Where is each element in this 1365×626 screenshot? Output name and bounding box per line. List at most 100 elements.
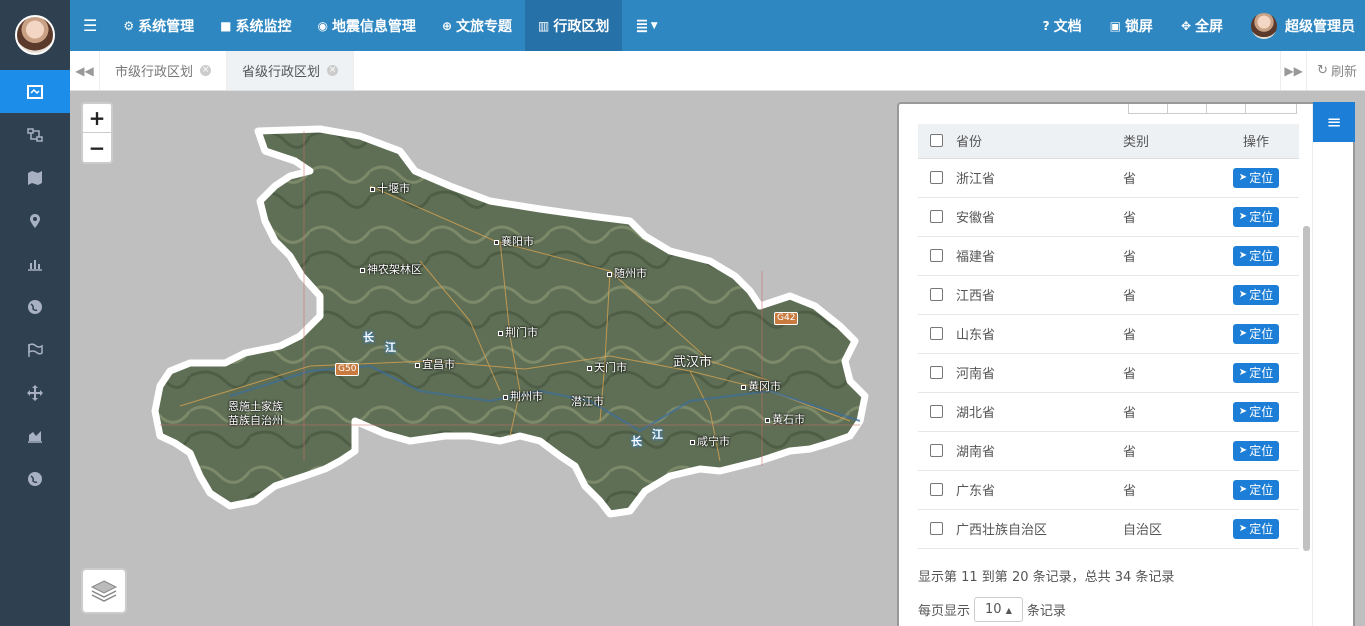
avatar[interactable] — [15, 15, 55, 55]
nav-label: 系统监控 — [235, 16, 291, 36]
sidebar-item-location[interactable] — [0, 199, 70, 242]
table-row[interactable]: 广西壮族自治区自治区➤定位 — [918, 509, 1299, 548]
sidebar-item-flag[interactable] — [0, 328, 70, 371]
action-cell: ➤定位 — [1213, 275, 1299, 314]
table-row[interactable]: 河南省省➤定位 — [918, 353, 1299, 392]
row-checkbox[interactable] — [930, 210, 943, 223]
row-checkbox[interactable] — [930, 171, 943, 184]
province-table: 省份 类别 操作 浙江省省➤定位安徽省省➤定位福建省省➤定位江西省省➤定位山东省… — [918, 124, 1299, 549]
row-select-cell — [918, 314, 956, 353]
nav-more-dropdown[interactable]: ≣▼ — [622, 0, 670, 51]
map-view[interactable]: 十堰市 襄阳市 神农架林区 随州市 荆门市 天门市 武汉市 宜昌市 黄冈市 荆州… — [70, 91, 1365, 626]
close-icon[interactable]: × — [327, 65, 338, 76]
nav-culture-tourism[interactable]: ⊕文旅专题 — [429, 0, 525, 51]
row-checkbox[interactable] — [930, 249, 943, 262]
locate-button[interactable]: ➤定位 — [1233, 480, 1279, 500]
toolbar-btn[interactable] — [1128, 102, 1168, 114]
fullscreen-button[interactable]: ✥全屏 — [1167, 0, 1237, 51]
row-checkbox[interactable] — [930, 288, 943, 301]
locate-button[interactable]: ➤定位 — [1233, 207, 1279, 227]
user-menu[interactable]: 超级管理员 — [1237, 0, 1365, 51]
map-label-tianmen: 天门市 — [587, 359, 627, 375]
locate-label: 定位 — [1249, 286, 1273, 303]
table-row[interactable]: 安徽省省➤定位 — [918, 197, 1299, 236]
locate-button[interactable]: ➤定位 — [1233, 363, 1279, 383]
nav-earthquake-info[interactable]: ◉地震信息管理 — [304, 0, 428, 51]
locate-button[interactable]: ➤定位 — [1233, 324, 1279, 344]
sidebar-item-move[interactable] — [0, 371, 70, 414]
locate-label: 定位 — [1249, 403, 1273, 420]
table-row[interactable]: 江西省省➤定位 — [918, 275, 1299, 314]
locate-button[interactable]: ➤定位 — [1233, 168, 1279, 188]
nav-label: 地震信息管理 — [332, 16, 416, 36]
menu-toggle-button[interactable]: ☰ — [70, 0, 110, 51]
toolbar-btn[interactable] — [1245, 102, 1297, 114]
sidebar-item-nodes[interactable] — [0, 113, 70, 156]
row-checkbox[interactable] — [930, 483, 943, 496]
select-all-checkbox[interactable] — [930, 134, 943, 147]
page-size-select[interactable]: 10 ▲ — [974, 597, 1023, 622]
refresh-icon: ↻ — [1317, 63, 1328, 78]
nav-admin-division[interactable]: ▥行政区划 — [525, 0, 622, 51]
paper-plane-icon: ➤ — [1239, 328, 1247, 339]
map-label-suizhou: 随州市 — [607, 265, 647, 281]
row-checkbox[interactable] — [930, 327, 943, 340]
table-row[interactable]: 福建省省➤定位 — [918, 236, 1299, 275]
locate-button[interactable]: ➤定位 — [1233, 246, 1279, 266]
type-cell: 省 — [1123, 470, 1213, 509]
sidebar-avatar-wrap — [0, 0, 70, 70]
zoom-out-button[interactable]: − — [83, 133, 111, 162]
row-checkbox[interactable] — [930, 522, 943, 535]
table-body: 浙江省省➤定位安徽省省➤定位福建省省➤定位江西省省➤定位山东省省➤定位河南省省➤… — [918, 158, 1299, 548]
table-row[interactable]: 浙江省省 ➤定位 — [918, 158, 1299, 197]
locate-button[interactable]: ➤定位 — [1233, 519, 1279, 539]
tab-city-division[interactable]: 市级行政区划× — [100, 51, 227, 90]
paper-plane-icon: ➤ — [1239, 172, 1247, 183]
table-row[interactable]: 湖北省省➤定位 — [918, 392, 1299, 431]
tab-province-division[interactable]: 省级行政区划× — [227, 51, 354, 90]
table-row[interactable]: 山东省省➤定位 — [918, 314, 1299, 353]
locate-button[interactable]: ➤定位 — [1233, 441, 1279, 461]
hubei-outline — [155, 129, 865, 514]
province-cell: 广西壮族自治区 — [956, 509, 1123, 548]
locate-button[interactable]: ➤定位 — [1233, 402, 1279, 422]
page-size-control: 每页显示 10 ▲ 条记录 — [918, 597, 1066, 622]
city-name: 黄石市 — [772, 413, 805, 426]
row-checkbox[interactable] — [930, 366, 943, 379]
sidebar-item-globe[interactable] — [0, 285, 70, 328]
table-scrollbar[interactable] — [1303, 226, 1310, 551]
backward-icon: ◀◀ — [75, 64, 93, 78]
city-name: 襄阳市 — [501, 235, 534, 248]
close-icon[interactable]: × — [200, 65, 211, 76]
nav-system-admin[interactable]: ⚙系统管理 — [110, 0, 207, 51]
locate-button[interactable]: ➤定位 — [1233, 285, 1279, 305]
toolbar-btn[interactable] — [1206, 102, 1246, 114]
nav-system-monitor[interactable]: ■系统监控 — [207, 0, 304, 51]
sidebar-item-stats[interactable] — [0, 242, 70, 285]
row-checkbox[interactable] — [930, 444, 943, 457]
sidebar-item-admin-division[interactable] — [0, 70, 70, 113]
select-all-header — [918, 124, 956, 158]
sidebar-item-area-chart[interactable] — [0, 414, 70, 457]
tab-scroll-right-button[interactable]: ▶▶ — [1280, 51, 1306, 90]
panel-toggle-button[interactable]: ≡ — [1313, 102, 1355, 142]
city-marker — [360, 268, 365, 273]
type-cell: 省 — [1123, 158, 1213, 197]
table-row[interactable]: 广东省省➤定位 — [918, 470, 1299, 509]
layer-switcher-button[interactable] — [81, 568, 127, 614]
action-cell: ➤定位 — [1213, 314, 1299, 353]
col-type: 类别 — [1123, 124, 1213, 158]
sidebar-item-map[interactable] — [0, 156, 70, 199]
tab-scroll-left-button[interactable]: ◀◀ — [70, 51, 100, 90]
globe-icon — [26, 298, 44, 316]
table-row[interactable]: 湖南省省➤定位 — [918, 431, 1299, 470]
zoom-in-button[interactable]: + — [83, 104, 111, 133]
province-cell: 浙江省 — [956, 158, 1123, 197]
lock-screen-button[interactable]: ▣锁屏 — [1096, 0, 1167, 51]
row-checkbox[interactable] — [930, 405, 943, 418]
toolbar-btn[interactable] — [1167, 102, 1207, 114]
province-cell: 河南省 — [956, 353, 1123, 392]
refresh-button[interactable]: ↻刷新 — [1306, 51, 1365, 90]
sidebar-item-globe-2[interactable] — [0, 457, 70, 500]
docs-link[interactable]: ?文档 — [1029, 0, 1096, 51]
